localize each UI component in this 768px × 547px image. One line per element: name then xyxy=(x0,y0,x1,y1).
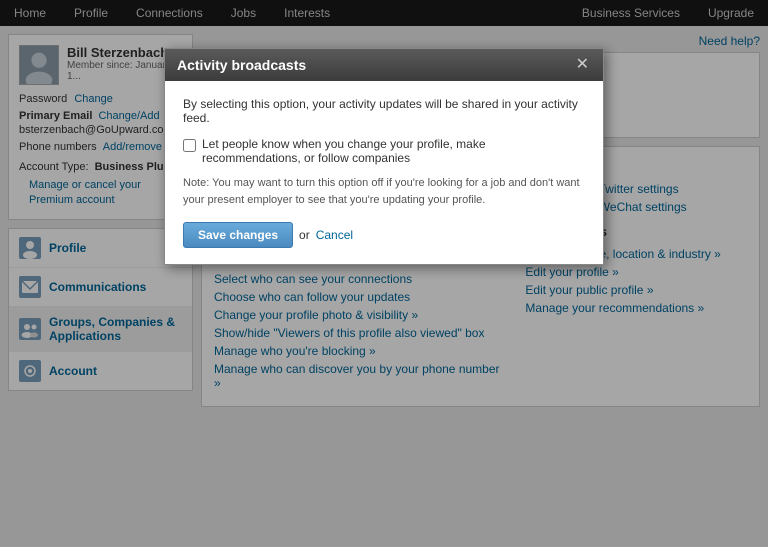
checkbox-row: Let people know when you change your pro… xyxy=(183,137,585,165)
modal-actions: Save changes or Cancel xyxy=(183,222,585,248)
modal-close-button[interactable]: ✕ xyxy=(574,57,591,73)
modal-note-text: Note: You may want to turn this option o… xyxy=(183,175,585,208)
checkbox-label: Let people know when you change your pro… xyxy=(202,137,585,165)
cancel-link[interactable]: Cancel xyxy=(316,228,353,242)
activity-broadcast-checkbox[interactable] xyxy=(183,139,196,152)
save-changes-button[interactable]: Save changes xyxy=(183,222,293,248)
modal-overlay: Activity broadcasts ✕ By selecting this … xyxy=(0,0,768,547)
modal-intro-text: By selecting this option, your activity … xyxy=(183,97,585,125)
or-text: or xyxy=(299,228,310,242)
modal-header: Activity broadcasts ✕ xyxy=(165,49,603,81)
modal-dialog: Activity broadcasts ✕ By selecting this … xyxy=(164,48,604,265)
modal-body: By selecting this option, your activity … xyxy=(165,81,603,264)
modal-title: Activity broadcasts xyxy=(177,57,306,73)
